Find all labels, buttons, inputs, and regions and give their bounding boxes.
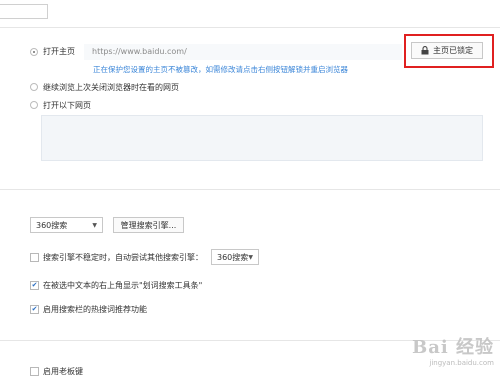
selection-toolbar-label: 在被选中文本的右上角显示"划词搜索工具条" [43, 281, 203, 290]
startup-urls-textarea[interactable] [41, 115, 483, 161]
radio-open-homepage-label: 打开主页 [43, 47, 75, 56]
top-cut-input[interactable] [0, 4, 48, 19]
section-divider [0, 189, 500, 190]
radio-open-pages-label: 打开以下网页 [43, 101, 91, 110]
radio-continue-session-label: 继续浏览上次关闭浏览器时在看的网页 [43, 83, 179, 92]
homepage-protect-hint: 正在保护您设置的主页不被篡改，如需修改请点击右侧按钮解锁并重启浏览器 [93, 65, 348, 74]
fallback-engine-select[interactable]: 360搜索 ▼ [211, 249, 259, 265]
chevron-down-icon: ▼ [248, 253, 253, 261]
search-engine-value: 360搜索 [36, 220, 68, 230]
radio-continue-session[interactable] [30, 83, 38, 91]
fallback-engine-checkbox[interactable] [30, 253, 39, 262]
hot-words-label: 启用搜索栏的热搜词推荐功能 [43, 305, 147, 314]
hot-words-checkbox[interactable]: ✔ [30, 305, 39, 314]
selection-toolbar-checkbox[interactable]: ✔ [30, 281, 39, 290]
chevron-down-icon: ▼ [92, 221, 97, 229]
lock-button-label: 主页已锁定 [433, 46, 473, 55]
baidu-jingyan-watermark: Bai 经验 jingyan.baidu.com [412, 333, 494, 367]
radio-open-pages[interactable] [30, 101, 38, 109]
checkmark-icon: ✔ [31, 281, 38, 289]
radio-open-homepage[interactable] [30, 48, 38, 56]
manage-search-engines-button[interactable]: 管理搜索引擎... [113, 217, 184, 233]
boss-key-label: 启用老板键 [43, 367, 83, 376]
homepage-lock-button[interactable]: 主页已锁定 [411, 42, 483, 59]
watermark-logo: Bai 经验 [412, 337, 494, 358]
section-divider [0, 27, 500, 28]
fallback-engine-label: 搜索引擎不稳定时，自动尝试其他搜索引擎： [43, 253, 203, 262]
search-engine-select[interactable]: 360搜索 ▼ [30, 217, 103, 233]
homepage-url-input[interactable]: https://www.baidu.com/ [84, 44, 402, 60]
checkmark-icon: ✔ [31, 305, 38, 313]
watermark-url: jingyan.baidu.com [429, 359, 494, 367]
lock-icon [421, 46, 429, 55]
fallback-engine-value: 360搜索 [217, 252, 249, 262]
